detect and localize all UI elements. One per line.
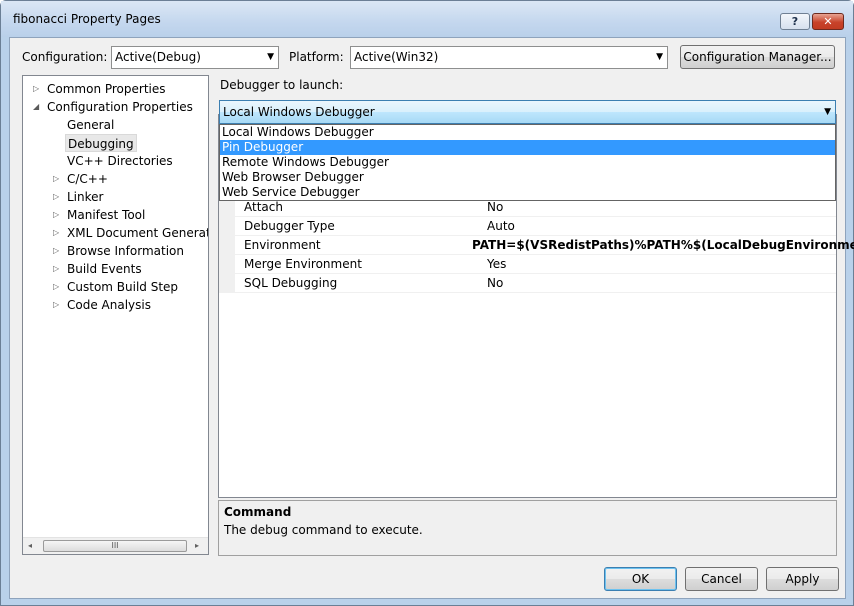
- row-gutter: [219, 255, 235, 274]
- dropdown-option[interactable]: Web Browser Debugger: [220, 170, 835, 185]
- expand-arrow-icon[interactable]: ▷: [53, 188, 59, 206]
- tree-item-label: XML Document Generator: [67, 226, 209, 240]
- tree-item-debugging[interactable]: Debugging: [65, 134, 137, 152]
- window-title: fibonacci Property Pages: [13, 12, 161, 26]
- configuration-value: Active(Debug): [115, 50, 201, 64]
- property-value[interactable]: Yes: [487, 257, 506, 271]
- property-name: Merge Environment: [244, 257, 362, 271]
- dropdown-option[interactable]: Web Service Debugger: [220, 185, 835, 200]
- expand-arrow-icon[interactable]: ▷: [53, 278, 59, 296]
- property-value[interactable]: Auto: [487, 219, 515, 233]
- expand-arrow-icon[interactable]: ▷: [53, 206, 59, 224]
- debugger-to-launch-label: Debugger to launch:: [220, 78, 344, 92]
- tree-item-label: Configuration Properties: [47, 100, 193, 114]
- scroll-right-icon[interactable]: ▸: [195, 541, 199, 550]
- tree-item-label: Custom Build Step: [67, 280, 179, 294]
- property-pages-window: fibonacci Property Pages ? ✕ Configurati…: [0, 0, 854, 606]
- tree-item-label: Linker: [67, 190, 104, 204]
- tree-item-general[interactable]: General: [67, 116, 114, 134]
- chevron-down-icon: ▼: [656, 52, 663, 62]
- chevron-down-icon: ▼: [824, 107, 831, 117]
- row-gutter: [219, 274, 235, 293]
- property-row-debugger-type[interactable]: Debugger Type Auto: [219, 217, 836, 236]
- tree-item-vc-directories[interactable]: VC++ Directories: [67, 152, 173, 170]
- apply-button[interactable]: Apply: [766, 567, 839, 591]
- configuration-manager-button[interactable]: Configuration Manager...: [680, 45, 835, 69]
- configuration-combo[interactable]: Active(Debug) ▼: [111, 46, 279, 69]
- tree-item-label: C/C++: [67, 172, 108, 186]
- title-bar[interactable]: fibonacci Property Pages ? ✕: [1, 1, 853, 37]
- expand-arrow-icon[interactable]: ▷: [53, 296, 59, 314]
- description-text: The debug command to execute.: [224, 523, 423, 537]
- description-title: Command: [224, 505, 292, 519]
- expand-arrow-icon[interactable]: ▷: [53, 260, 59, 278]
- grip-icon: III: [111, 541, 119, 550]
- expand-arrow-icon[interactable]: ▷: [53, 170, 59, 188]
- dropdown-option[interactable]: Remote Windows Debugger: [220, 155, 835, 170]
- tree-item-label: Browse Information: [67, 244, 184, 258]
- expand-arrow-icon[interactable]: ▷: [53, 242, 59, 260]
- property-name: Debugger Type: [244, 219, 335, 233]
- property-row-merge-environment[interactable]: Merge Environment Yes: [219, 255, 836, 274]
- property-row-environment[interactable]: Environment PATH=$(VSRedistPaths)%PATH%$…: [219, 236, 854, 255]
- scrollbar-thumb[interactable]: III: [43, 540, 187, 552]
- debugger-selected-value: Local Windows Debugger: [223, 105, 375, 119]
- property-value[interactable]: PATH=$(VSRedistPaths)%PATH%$(LocalDebugE…: [472, 238, 854, 252]
- property-value[interactable]: No: [487, 200, 503, 214]
- debugger-dropdown-list: Local Windows Debugger Pin Debugger Remo…: [219, 124, 836, 201]
- property-value[interactable]: No: [487, 276, 503, 290]
- tree-horizontal-scrollbar[interactable]: ◂ III ▸: [23, 537, 208, 554]
- description-pane: Command The debug command to execute.: [218, 500, 837, 556]
- expand-arrow-icon[interactable]: ▷: [53, 224, 59, 242]
- property-name: Environment: [244, 238, 321, 252]
- platform-label: Platform:: [289, 50, 344, 64]
- platform-combo[interactable]: Active(Win32) ▼: [350, 46, 668, 69]
- cancel-button[interactable]: Cancel: [685, 567, 758, 591]
- tree-item-label: Manifest Tool: [67, 208, 146, 222]
- configuration-label: Configuration:: [22, 50, 108, 64]
- dropdown-option[interactable]: Local Windows Debugger: [220, 125, 835, 140]
- scroll-left-icon[interactable]: ◂: [28, 541, 32, 550]
- tree-item-label: Build Events: [67, 262, 142, 276]
- expand-arrow-icon[interactable]: ▷: [33, 80, 39, 98]
- property-row-sql-debugging[interactable]: SQL Debugging No: [219, 274, 836, 293]
- row-gutter: [219, 236, 235, 255]
- tree-item-label: Common Properties: [47, 82, 166, 96]
- dialog-client-area: Configuration: Active(Debug) ▼ Platform:…: [9, 37, 854, 599]
- collapse-arrow-icon[interactable]: ◢: [33, 98, 39, 116]
- ok-button[interactable]: OK: [604, 567, 677, 591]
- dropdown-option-highlighted[interactable]: Pin Debugger: [220, 140, 835, 155]
- property-tree: ▷ Common Properties ◢ Configuration Prop…: [22, 75, 209, 555]
- property-name: Attach: [244, 200, 283, 214]
- property-name: SQL Debugging: [244, 276, 338, 290]
- chevron-down-icon: ▼: [267, 52, 274, 62]
- platform-value: Active(Win32): [354, 50, 439, 64]
- close-button[interactable]: ✕: [812, 13, 844, 30]
- help-button[interactable]: ?: [780, 13, 810, 30]
- row-gutter: [219, 217, 235, 236]
- debugger-to-launch-combo[interactable]: Local Windows Debugger ▼: [219, 100, 836, 124]
- tree-item-label: Code Analysis: [67, 298, 151, 312]
